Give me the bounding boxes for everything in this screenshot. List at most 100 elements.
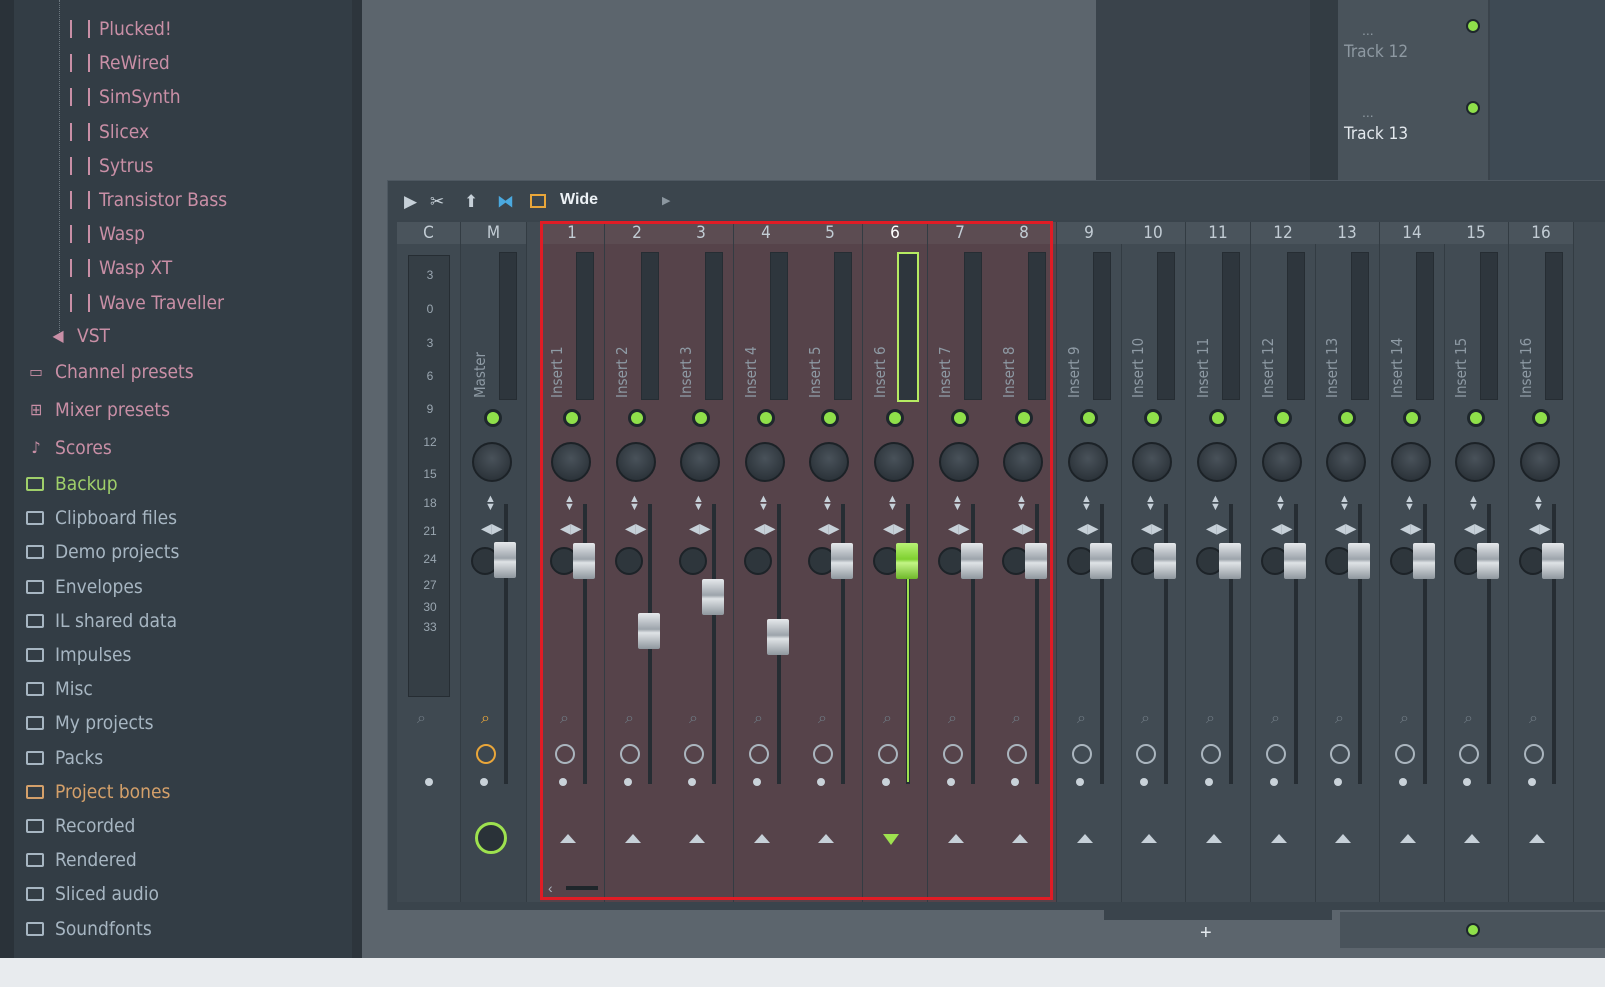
swap-lr-icon[interactable]: ◀▶ bbox=[1206, 520, 1228, 537]
browser-preset-item[interactable]: ⊞ Mixer presets bbox=[26, 395, 170, 425]
route-arrow-icon[interactable] bbox=[1529, 834, 1545, 843]
browser-plugin-item[interactable]: ReWired bbox=[70, 48, 170, 78]
insert-mute-led[interactable] bbox=[1209, 409, 1227, 427]
route-arrow-icon[interactable] bbox=[1335, 834, 1351, 843]
mixer-view-mode[interactable]: Wide bbox=[560, 191, 598, 209]
insert-strip[interactable]: 12 Insert 12 ▲ ▼ ◀▶ ⌕ bbox=[1251, 222, 1316, 902]
insert-mute-led[interactable] bbox=[1467, 409, 1485, 427]
browser-folder-item[interactable]: Impulses bbox=[26, 640, 131, 670]
insert-strip[interactable]: 11 Insert 11 ▲ ▼ ◀▶ ⌕ bbox=[1186, 222, 1251, 902]
track-12-label[interactable]: Track 12 bbox=[1344, 42, 1408, 62]
browser-folder-item[interactable]: Rendered bbox=[26, 845, 137, 875]
clock-icon[interactable] bbox=[1459, 744, 1479, 764]
browser-folder-item[interactable]: Envelopes bbox=[26, 572, 143, 602]
insert-dot[interactable] bbox=[1334, 778, 1342, 786]
mixer-pin-icon[interactable]: ✂ bbox=[430, 192, 444, 212]
browser-plugin-item[interactable]: Wave Traveller bbox=[70, 288, 224, 318]
insert-mute-led[interactable] bbox=[1274, 409, 1292, 427]
track-12-mute-led[interactable] bbox=[1466, 19, 1480, 33]
mic-icon[interactable]: ⌕ bbox=[1271, 710, 1280, 728]
browser-plugin-item[interactable]: SimSynth bbox=[70, 82, 181, 112]
mixer-hscroll[interactable] bbox=[566, 886, 598, 890]
insert-pan-knob[interactable] bbox=[1455, 442, 1495, 482]
insert-mute-led[interactable] bbox=[1338, 409, 1356, 427]
mic-icon[interactable]: ⌕ bbox=[1077, 710, 1086, 728]
mic-icon[interactable]: ⌕ bbox=[1529, 710, 1538, 728]
master-swap-icon[interactable]: ◀▶ bbox=[481, 520, 503, 537]
view-mode-arrow-icon[interactable]: ▶ bbox=[662, 194, 670, 207]
mixer-menu-arrow-icon[interactable]: ▶ bbox=[404, 192, 417, 212]
track-bottom-led[interactable] bbox=[1466, 923, 1480, 937]
mic-icon[interactable]: ⌕ bbox=[1141, 710, 1150, 728]
stereo-sep-icon[interactable]: ▲ ▼ bbox=[1145, 494, 1156, 513]
route-arrow-icon[interactable] bbox=[1271, 834, 1287, 843]
clock-icon[interactable] bbox=[1395, 744, 1415, 764]
insert-dot[interactable] bbox=[1076, 778, 1084, 786]
browser-folder-item[interactable]: Backup bbox=[26, 469, 118, 499]
insert-strip[interactable]: 14 Insert 14 ▲ ▼ ◀▶ ⌕ bbox=[1380, 222, 1445, 902]
mic-icon[interactable]: ⌕ bbox=[1206, 710, 1215, 728]
stereo-sep-icon[interactable]: ▲ ▼ bbox=[1275, 494, 1286, 513]
clock-icon[interactable] bbox=[1072, 744, 1092, 764]
insert-volume-fader[interactable] bbox=[1477, 543, 1499, 579]
browser-folder-item[interactable]: Clipboard files bbox=[26, 503, 177, 533]
browser-preset-item[interactable]: ▭ Channel presets bbox=[26, 357, 193, 387]
insert-dot[interactable] bbox=[1270, 778, 1278, 786]
insert-strip[interactable]: 9 Insert 9 ▲ ▼ ◀▶ ⌕ bbox=[1057, 222, 1122, 902]
current-dot[interactable] bbox=[425, 778, 433, 786]
browser-folder-item[interactable]: Soundfonts bbox=[26, 914, 152, 944]
playlist-grid[interactable] bbox=[1490, 0, 1605, 180]
stereo-sep-icon[interactable]: ▲ ▼ bbox=[1081, 494, 1092, 513]
browser-folder-item[interactable]: Misc bbox=[26, 674, 93, 704]
browser-plugin-item[interactable]: Wasp XT bbox=[70, 253, 172, 283]
insert-mute-led[interactable] bbox=[1532, 409, 1550, 427]
route-arrow-icon[interactable] bbox=[1464, 834, 1480, 843]
swap-lr-icon[interactable]: ◀▶ bbox=[1400, 520, 1422, 537]
swap-lr-icon[interactable]: ◀▶ bbox=[1464, 520, 1486, 537]
insert-volume-fader[interactable] bbox=[1219, 543, 1241, 579]
browser-folder-item[interactable]: My projects bbox=[26, 708, 153, 738]
track-13-mute-led[interactable] bbox=[1466, 101, 1480, 115]
insert-dot[interactable] bbox=[1463, 778, 1471, 786]
insert-strip[interactable]: 13 Insert 13 ▲ ▼ ◀▶ ⌕ bbox=[1315, 222, 1380, 902]
swap-lr-icon[interactable]: ◀▶ bbox=[1077, 520, 1099, 537]
swap-lr-icon[interactable]: ◀▶ bbox=[1335, 520, 1357, 537]
clock-icon[interactable] bbox=[1136, 744, 1156, 764]
insert-mute-led[interactable] bbox=[1403, 409, 1421, 427]
stereo-sep-icon[interactable]: ▲ ▼ bbox=[1339, 494, 1350, 513]
insert-dot[interactable] bbox=[1205, 778, 1213, 786]
mixer-detach-icon[interactable]: ⬆ bbox=[464, 192, 478, 212]
master-send-knob[interactable] bbox=[475, 822, 507, 854]
insert-pan-knob[interactable] bbox=[1326, 442, 1366, 482]
clock-icon[interactable] bbox=[1524, 744, 1544, 764]
browser-folder-item[interactable]: Recorded bbox=[26, 811, 135, 841]
insert-pan-knob[interactable] bbox=[1520, 442, 1560, 482]
browser-preset-item[interactable]: ♪ Scores bbox=[26, 433, 111, 463]
route-arrow-icon[interactable] bbox=[1206, 834, 1222, 843]
clock-icon[interactable] bbox=[1330, 744, 1350, 764]
track-12-menu[interactable]: ... bbox=[1362, 22, 1374, 38]
browser-folder-item[interactable]: Sliced audio bbox=[26, 879, 159, 909]
browser-folder-item[interactable]: IL shared data bbox=[26, 606, 177, 636]
stereo-sep-icon[interactable]: ▲ ▼ bbox=[1468, 494, 1479, 513]
browser-plugin-item[interactable]: Plucked! bbox=[70, 14, 172, 44]
insert-pan-knob[interactable] bbox=[1068, 442, 1108, 482]
insert-dot[interactable] bbox=[1140, 778, 1148, 786]
mic-icon[interactable]: ⌕ bbox=[1464, 710, 1473, 728]
mixer-layout-icon[interactable] bbox=[530, 194, 546, 208]
mic-icon[interactable]: ⌕ bbox=[417, 710, 426, 728]
insert-mute-led[interactable] bbox=[1144, 409, 1162, 427]
track-13-menu[interactable]: ... bbox=[1362, 104, 1374, 120]
master-fader[interactable] bbox=[494, 542, 516, 578]
browser-item-vst[interactable]: ◀ VST bbox=[48, 321, 110, 351]
insert-mute-led[interactable] bbox=[1080, 409, 1098, 427]
track-13-label[interactable]: Track 13 bbox=[1344, 124, 1408, 144]
route-arrow-icon[interactable] bbox=[1400, 834, 1416, 843]
clock-icon[interactable] bbox=[1266, 744, 1286, 764]
browser-plugin-item[interactable]: Transistor Bass bbox=[70, 185, 227, 215]
swap-lr-icon[interactable]: ◀▶ bbox=[1271, 520, 1293, 537]
add-track-button[interactable]: + bbox=[1200, 922, 1212, 945]
browser-folder-item[interactable]: Packs bbox=[26, 743, 103, 773]
scroll-left-icon[interactable]: ‹ bbox=[548, 880, 553, 896]
insert-volume-fader[interactable] bbox=[1542, 543, 1564, 579]
